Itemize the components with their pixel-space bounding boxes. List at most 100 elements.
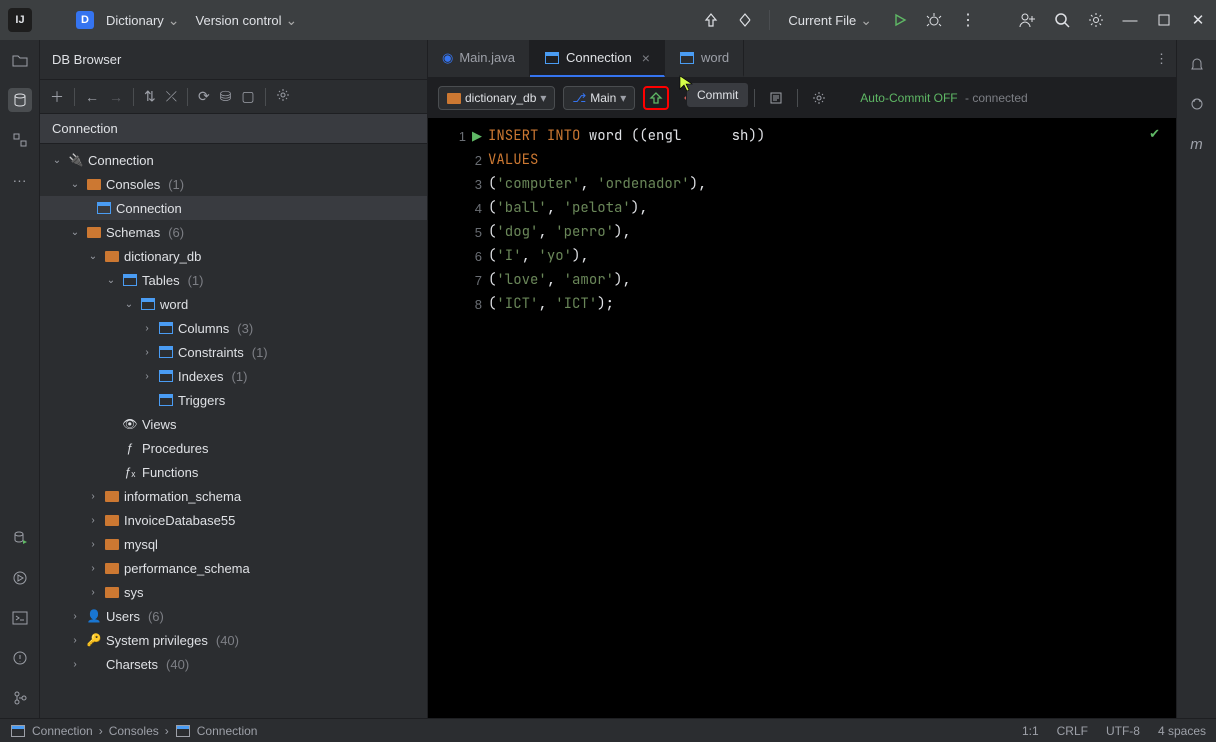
line-ending[interactable]: CRLF — [1057, 724, 1088, 738]
more-tool-icon[interactable]: ··· — [8, 168, 32, 192]
tree-node-tables[interactable]: ⌄ Tables (1) — [40, 268, 427, 292]
vcs-tool-icon[interactable] — [8, 686, 32, 710]
explain-plan-button[interactable] — [763, 86, 789, 110]
tree-node-constraints[interactable]: › Constraints (1) — [40, 340, 427, 364]
tree-node-views[interactable]: 👁 Views — [40, 412, 427, 436]
db-browser-sidebar: DB Browser ＋ ← → ⇅ ⤫ ⟳ ⛁ ▢ Connection ⌄ … — [40, 40, 428, 718]
main-menu-icon[interactable] — [44, 10, 64, 30]
tree-node-consoles[interactable]: ⌄ Consoles (1) — [40, 172, 427, 196]
problems-tool-icon[interactable] — [8, 646, 32, 670]
minimize-icon[interactable]: — — [1120, 10, 1140, 30]
project-icon: D — [76, 11, 94, 29]
schema-icon — [447, 93, 461, 104]
sync-icon[interactable]: ⟳ — [198, 88, 210, 105]
terminal-tool-icon[interactable] — [8, 606, 32, 630]
tree-node-users[interactable]: › 👤 Users (6) — [40, 604, 427, 628]
structure-tool-icon[interactable] — [8, 128, 32, 152]
tree-node-word[interactable]: ⌄ word — [40, 292, 427, 316]
more-vert-icon[interactable]: ⋮ — [958, 10, 978, 30]
tree-node-sys[interactable]: › sys — [40, 580, 427, 604]
options-icon[interactable] — [276, 88, 290, 105]
indent[interactable]: 4 spaces — [1158, 724, 1206, 738]
gutter-run-icon[interactable]: ▶ — [472, 128, 482, 144]
title-bar: IJ D Dictionary Version control Current … — [0, 0, 1216, 40]
code-with-me-icon[interactable] — [1018, 10, 1038, 30]
maven-tool-icon[interactable]: m — [1185, 132, 1209, 156]
chevron-down-icon — [286, 12, 298, 29]
branch-selector-dropdown[interactable]: ⎇ Main ▾ — [563, 86, 635, 110]
project-name: Dictionary — [106, 13, 164, 28]
vcs-label: Version control — [196, 13, 282, 28]
ai-tool-icon[interactable] — [1185, 92, 1209, 116]
encoding[interactable]: UTF-8 — [1106, 724, 1140, 738]
collapse-all-icon[interactable]: ⤫ — [166, 88, 177, 105]
tree-node-indexes[interactable]: › Indexes (1) — [40, 364, 427, 388]
project-tool-icon[interactable] — [8, 48, 32, 72]
panel-tab[interactable]: Connection — [40, 114, 427, 144]
tree-node-connection[interactable]: ⌄ 🔌 Connection — [40, 148, 427, 172]
tree-node-schemas[interactable]: ⌄ Schemas (6) — [40, 220, 427, 244]
tab-more-icon[interactable]: ⋮ — [1155, 40, 1176, 77]
console-icon[interactable]: ▢ — [241, 88, 254, 105]
close-icon[interactable]: ✕ — [1188, 10, 1208, 30]
body: ··· DB Browser ＋ ← → ⇅ ⤫ ⟳ ⛁ ▢ — [0, 40, 1216, 718]
chevron-down-icon — [168, 12, 180, 29]
breadcrumbs[interactable]: Connection › Consoles › Connection — [10, 723, 257, 739]
build-alt-icon[interactable] — [735, 10, 755, 30]
tree-node-sys-privileges[interactable]: › 🔑 System privileges (40) — [40, 628, 427, 652]
tree-node-invoice[interactable]: › InvoiceDatabase55 — [40, 508, 427, 532]
notifications-icon[interactable] — [1185, 52, 1209, 76]
editor-gutter: 1▶ 2 3 4 5 6 7 8 — [428, 118, 488, 718]
debug-button[interactable] — [924, 10, 944, 30]
commit-button[interactable] — [643, 86, 669, 110]
tab-connection[interactable]: Connection × — [530, 40, 665, 77]
back-arrow-icon[interactable]: ← — [85, 89, 99, 105]
status-bar: Connection › Consoles › Connection 1:1 C… — [0, 718, 1216, 742]
tree-node-functions[interactable]: ƒₓ Functions — [40, 460, 427, 484]
settings-icon[interactable] — [1086, 10, 1106, 30]
tree-node-charsets[interactable]: › Charsets (40) — [40, 652, 427, 676]
expand-collapse-icon[interactable]: ⇅ — [144, 88, 156, 105]
services-tool-icon[interactable] — [8, 566, 32, 590]
add-icon[interactable]: ＋ — [50, 87, 64, 107]
run-config-dropdown[interactable]: Current File — [784, 10, 876, 31]
toolbar-settings-icon[interactable] — [806, 86, 832, 110]
close-tab-icon[interactable]: × — [642, 50, 650, 66]
tree-node-dictionary-db[interactable]: ⌄ dictionary_db — [40, 244, 427, 268]
tab-word[interactable]: word — [665, 40, 744, 77]
top-actions: Current File ⋮ — ✕ — [701, 10, 1208, 31]
left-tool-strip: ··· — [0, 40, 40, 718]
tree-node-perf-schema[interactable]: › performance_schema — [40, 556, 427, 580]
run-button[interactable] — [890, 10, 910, 30]
editor-body[interactable]: 1▶ 2 3 4 5 6 7 8 INSERT INTO word ((engl… — [428, 118, 1176, 718]
code-area[interactable]: INSERT INTO word ((englXXXXXXsh)) VALUES… — [488, 118, 1176, 718]
db-selector-dropdown[interactable]: dictionary_db ▾ — [438, 86, 555, 110]
tree-node-triggers[interactable]: Triggers — [40, 388, 427, 412]
ide-logo: IJ — [8, 8, 32, 32]
vcs-dropdown[interactable]: Version control — [192, 10, 302, 31]
tree-node-info-schema[interactable]: › information_schema — [40, 484, 427, 508]
maximize-icon[interactable] — [1154, 10, 1174, 30]
tab-main-java[interactable]: ◉ Main.java — [428, 40, 530, 77]
tree-node-mysql[interactable]: › mysql — [40, 532, 427, 556]
commit-status: Auto-Commit OFF - connected — [860, 91, 1027, 105]
caret-position[interactable]: 1:1 — [1022, 724, 1039, 738]
db-tree[interactable]: ⌄ 🔌 Connection ⌄ Consoles (1) Connection… — [40, 144, 427, 718]
sidebar-title: DB Browser — [40, 40, 427, 80]
right-tool-strip: m — [1176, 40, 1216, 718]
separator — [769, 10, 770, 30]
project-dropdown[interactable]: Dictionary — [102, 10, 184, 31]
db-run-tool-icon[interactable] — [8, 526, 32, 550]
build-icon[interactable] — [701, 10, 721, 30]
tree-node-columns[interactable]: › Columns (3) — [40, 316, 427, 340]
db-browser-tool-icon[interactable] — [8, 88, 32, 112]
forward-arrow-icon[interactable]: → — [109, 89, 123, 105]
search-icon[interactable] — [1052, 10, 1072, 30]
tree-node-procedures[interactable]: ƒ Procedures — [40, 436, 427, 460]
inspections-ok-icon[interactable]: ✔ — [1149, 126, 1160, 142]
filter-icon[interactable]: ⛁ — [220, 88, 232, 105]
mouse-cursor-icon — [678, 74, 696, 92]
tree-node-console-connection[interactable]: Connection — [40, 196, 427, 220]
chevron-down-icon — [860, 12, 872, 29]
sidebar-toolbar: ＋ ← → ⇅ ⤫ ⟳ ⛁ ▢ — [40, 80, 427, 114]
